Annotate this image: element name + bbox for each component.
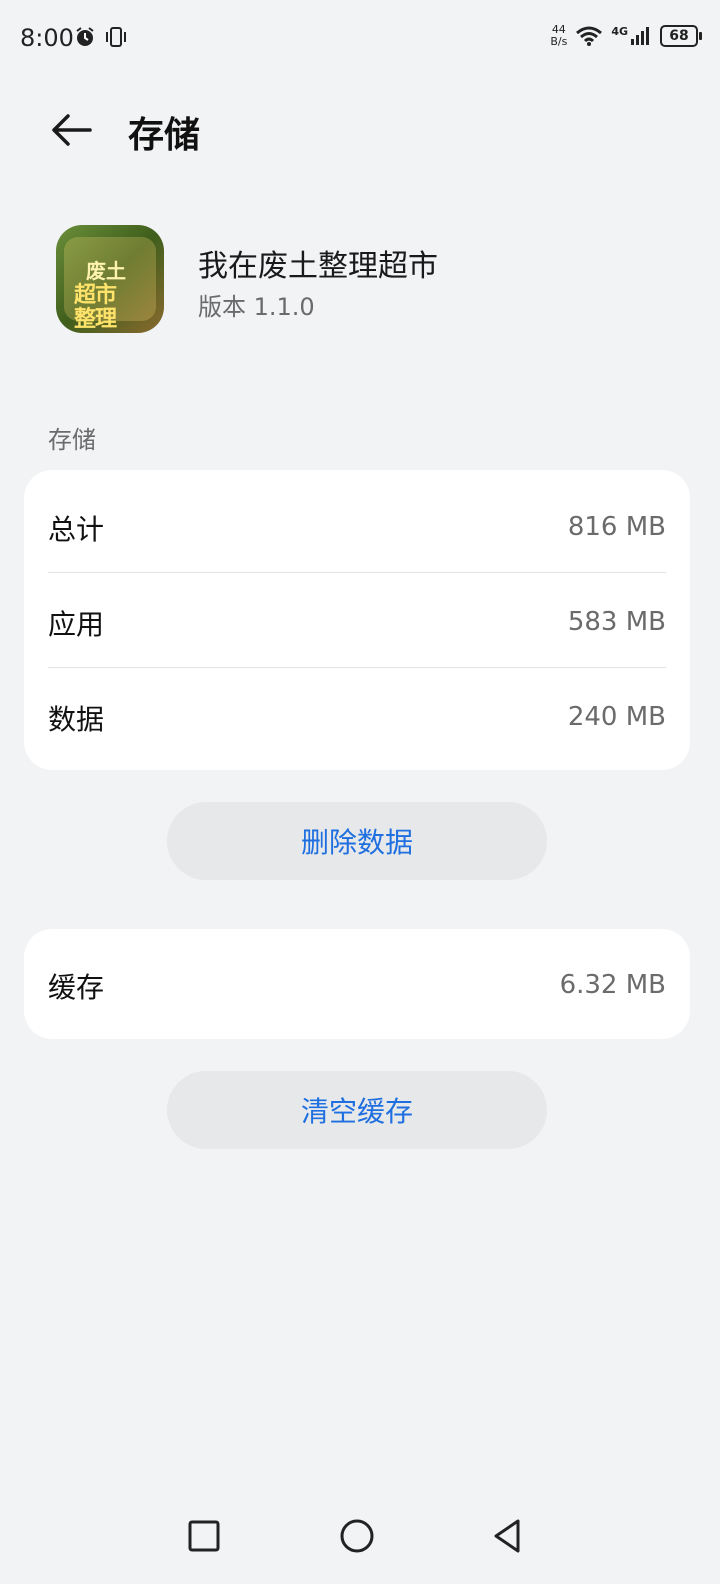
page-title: 存储 <box>128 115 201 156</box>
storage-row-data: 数据 240 MB <box>48 702 666 736</box>
app-bar: 存储 <box>0 90 720 170</box>
signal-icon <box>631 27 649 45</box>
back-arrow-icon[interactable] <box>46 110 96 150</box>
home-circle-icon[interactable] <box>333 1512 381 1560</box>
storage-row-app: 应用 583 MB <box>48 607 666 641</box>
alarm-icon <box>76 27 94 46</box>
storage-row-total: 总计 816 MB <box>48 512 666 546</box>
back-triangle-icon[interactable] <box>484 1512 532 1560</box>
status-time: 8:00 <box>20 24 74 52</box>
app-version: 版本 1.1.0 <box>198 293 315 321</box>
network-type: 4G <box>611 24 628 38</box>
recents-square-icon[interactable] <box>180 1512 228 1560</box>
cache-row: 缓存 6.32 MB <box>48 970 666 1004</box>
app-name: 我在废土整理超市 <box>198 249 438 284</box>
section-label-storage: 存储 <box>48 426 96 454</box>
navigation-bar <box>0 1490 720 1584</box>
clear-cache-button[interactable]: 清空缓存 <box>167 1071 547 1149</box>
app-info: 废土 超市 整理 我在废土整理超市 版本 1.1.0 <box>56 225 676 335</box>
wifi-icon <box>576 26 603 46</box>
app-icon: 废土 超市 整理 <box>56 225 164 333</box>
vibrate-icon <box>106 27 126 47</box>
battery-icon: 68 <box>660 25 702 47</box>
storage-card: 总计 816 MB 应用 583 MB 数据 240 MB <box>24 470 690 770</box>
status-bar: 8:00 44 B/s 4G 68 <box>0 0 720 80</box>
net-speed: 44 B/s <box>550 23 568 48</box>
cache-card: 缓存 6.32 MB <box>24 929 690 1039</box>
delete-data-button[interactable]: 删除数据 <box>167 802 547 880</box>
